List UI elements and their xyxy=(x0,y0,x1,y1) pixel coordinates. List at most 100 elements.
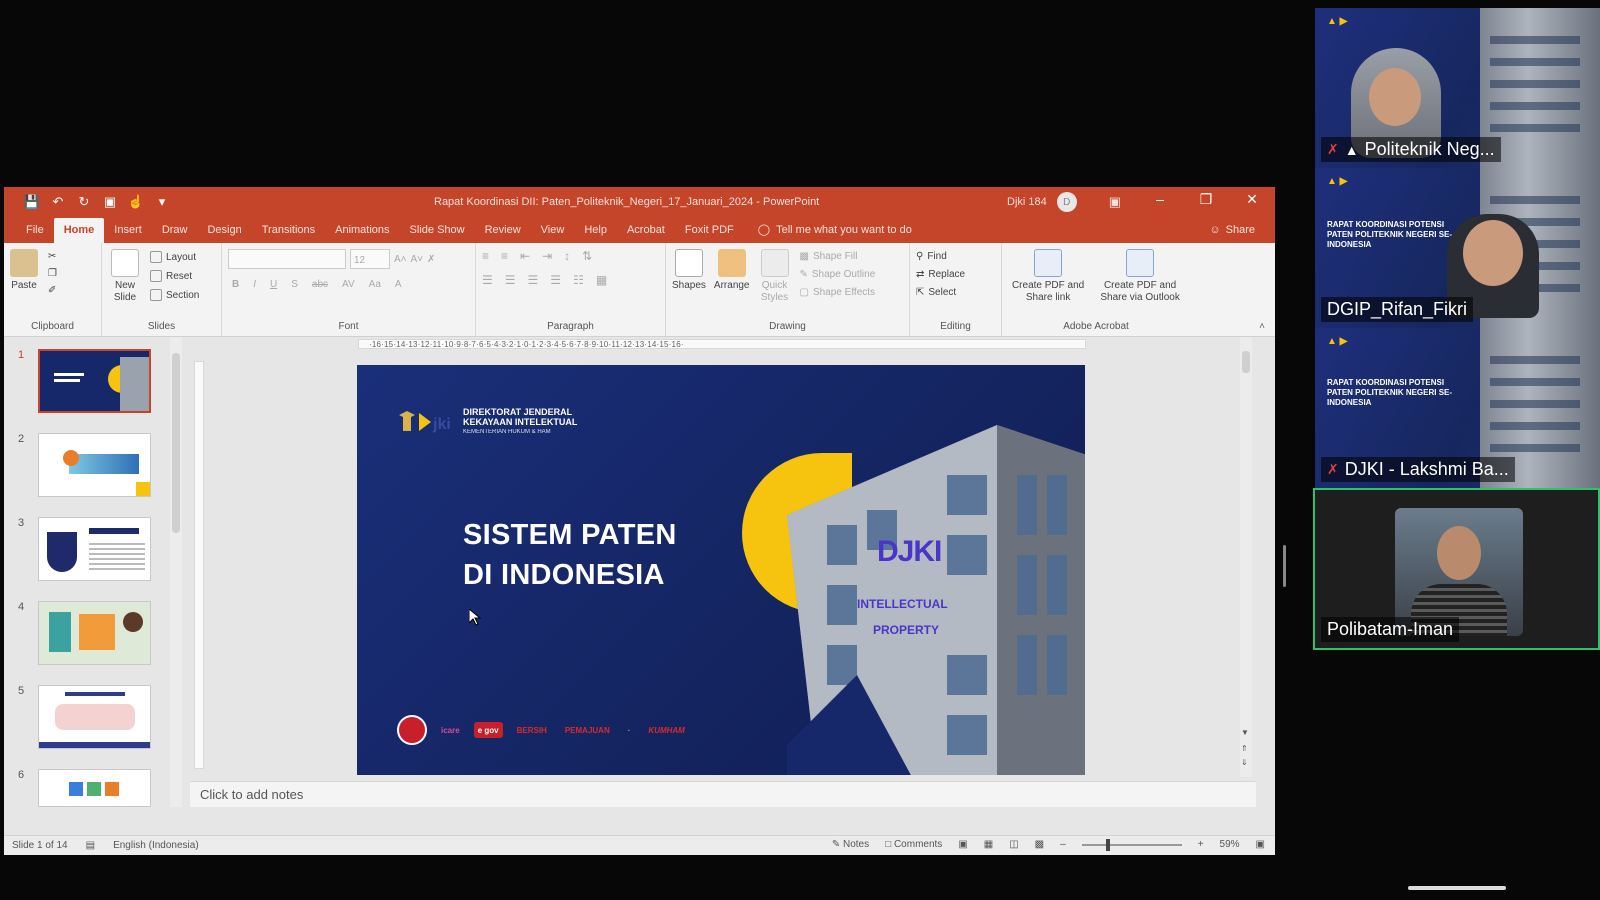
paste-button[interactable]: Paste xyxy=(10,249,38,296)
thumbnail-3[interactable] xyxy=(38,517,151,581)
thumbnail-row[interactable]: 6 xyxy=(4,769,179,841)
scroll-down-icon[interactable]: ▼ xyxy=(1241,728,1249,737)
present-icon[interactable]: ▣ xyxy=(102,194,118,210)
redo-icon[interactable]: ↻ xyxy=(76,194,92,210)
panel-resize-handle[interactable] xyxy=(1283,545,1286,587)
thumbnail-6[interactable] xyxy=(38,769,151,807)
scrollbar-thumb[interactable] xyxy=(172,353,180,533)
thumbnail-row[interactable]: 5 xyxy=(4,685,179,757)
decrease-indent-icon[interactable]: ⇤ xyxy=(520,249,530,263)
prev-slide-icon[interactable]: ⇑ xyxy=(1241,744,1248,753)
shape-outline-button[interactable]: ✎Shape Outline xyxy=(800,269,876,280)
thumbnail-5[interactable] xyxy=(38,685,151,749)
underline-button[interactable]: U xyxy=(270,279,277,290)
participant-tile[interactable]: ▲ ▶ ✗ ▲ Politeknik Neg... xyxy=(1315,8,1600,168)
tab-design[interactable]: Design xyxy=(197,224,251,243)
line-spacing-icon[interactable]: ↕ xyxy=(564,249,570,263)
text-direction-icon[interactable]: ⇅ xyxy=(582,249,592,263)
tab-animations[interactable]: Animations xyxy=(325,224,399,243)
align-center-icon[interactable]: ☰ xyxy=(505,273,516,287)
scrollbar-thumb[interactable] xyxy=(1242,351,1250,373)
minimize-icon[interactable]: – xyxy=(1151,191,1169,208)
avatar[interactable]: D xyxy=(1057,192,1077,212)
columns-icon[interactable]: ☷ xyxy=(573,273,584,287)
zoom-level[interactable]: 59% xyxy=(1220,839,1240,850)
zoom-out-icon[interactable]: – xyxy=(1060,839,1066,850)
save-icon[interactable]: 💾 xyxy=(24,194,40,210)
format-painter-icon[interactable]: ✐ xyxy=(48,285,57,296)
editor-scrollbar[interactable]: ▼ ⇑ ⇓ xyxy=(1240,337,1252,777)
thumbnail-row[interactable]: 1 xyxy=(4,349,179,421)
current-slide[interactable]: jki DIREKTORAT JENDERAL KEKAYAAN INTELEK… xyxy=(357,365,1085,775)
thumbnail-1[interactable] xyxy=(38,349,151,413)
next-slide-icon[interactable]: ⇓ xyxy=(1241,758,1248,767)
close-icon[interactable]: ✕ xyxy=(1243,191,1261,208)
zoom-slider[interactable] xyxy=(1082,844,1182,846)
undo-icon[interactable]: ↶ xyxy=(50,194,66,210)
tab-foxit-pdf[interactable]: Foxit PDF xyxy=(675,224,744,243)
thumbnail-4[interactable] xyxy=(38,601,151,665)
create-pdf-share-link-button[interactable]: Create PDF and Share link xyxy=(1008,249,1088,304)
bold-button[interactable]: B xyxy=(232,279,239,290)
font-color-button[interactable]: A xyxy=(395,279,402,290)
notes-toggle[interactable]: ✎ Notes xyxy=(832,839,869,850)
notes-placeholder[interactable]: Click to add notes xyxy=(200,787,303,802)
tab-acrobat[interactable]: Acrobat xyxy=(617,224,675,243)
bullets-icon[interactable]: ≡ xyxy=(482,249,489,263)
tab-view[interactable]: View xyxy=(531,224,575,243)
participant-tile[interactable]: ▲ ▶ RAPAT KOORDINASI POTENSI PATEN POLIT… xyxy=(1315,328,1600,488)
slide-sorter-icon[interactable]: ▦ xyxy=(984,839,993,850)
clear-format-icon[interactable]: ✗ xyxy=(427,254,435,265)
notes-pane[interactable]: Click to add notes xyxy=(190,781,1256,807)
increase-indent-icon[interactable]: ⇥ xyxy=(542,249,552,263)
ribbon-display-icon[interactable]: ▣ xyxy=(1109,194,1121,210)
italic-button[interactable]: I xyxy=(253,279,256,290)
numbering-icon[interactable]: ≡ xyxy=(501,249,508,263)
thumbnail-row[interactable]: 3 xyxy=(4,517,179,589)
tab-review[interactable]: Review xyxy=(475,224,531,243)
accessibility-icon[interactable]: ▤ xyxy=(86,840,95,851)
change-case-button[interactable]: Aa xyxy=(369,279,381,290)
tab-slide-show[interactable]: Slide Show xyxy=(400,224,475,243)
tab-insert[interactable]: Insert xyxy=(104,224,152,243)
thumbnails-scrollbar[interactable] xyxy=(170,337,182,807)
shapes-button[interactable]: Shapes xyxy=(672,249,706,304)
strikethrough-button[interactable]: abc xyxy=(312,279,328,290)
language-indicator[interactable]: English (Indonesia) xyxy=(113,840,199,851)
share-button[interactable]: ☺ Share xyxy=(1209,224,1255,236)
participant-tile[interactable]: ▲ ▶ RAPAT KOORDINASI POTENSI PATEN POLIT… xyxy=(1315,168,1600,328)
customize-qat-icon[interactable]: ▾ xyxy=(154,194,170,210)
smartart-icon[interactable]: ▦ xyxy=(596,273,607,287)
justify-icon[interactable]: ☰ xyxy=(550,273,561,287)
arrange-button[interactable]: Arrange xyxy=(714,249,750,304)
align-left-icon[interactable]: ☰ xyxy=(482,273,493,287)
find-button[interactable]: ⚲Find xyxy=(916,251,995,262)
copy-icon[interactable]: ❐ xyxy=(48,268,57,279)
shape-effects-button[interactable]: ▢Shape Effects xyxy=(800,287,876,298)
select-button[interactable]: ⇱Select xyxy=(916,287,995,298)
tab-help[interactable]: Help xyxy=(574,224,617,243)
normal-view-icon[interactable]: ▣ xyxy=(958,839,967,850)
tell-me-search[interactable]: ◯ Tell me what you want to do xyxy=(744,223,922,243)
char-spacing-button[interactable]: AV xyxy=(342,279,355,290)
quick-styles-button[interactable]: Quick Styles xyxy=(758,249,792,304)
shadow-button[interactable]: S xyxy=(291,279,298,290)
thumbnail-row[interactable]: 2 xyxy=(4,433,179,505)
reset-button[interactable]: Reset xyxy=(150,270,199,282)
tab-home[interactable]: Home xyxy=(54,218,105,243)
replace-button[interactable]: ⇄Replace xyxy=(916,269,995,280)
shrink-font-icon[interactable]: A˅ xyxy=(411,254,424,265)
zoom-slider-knob[interactable] xyxy=(1106,839,1110,851)
comments-toggle[interactable]: □ Comments xyxy=(885,839,942,850)
slideshow-view-icon[interactable]: ▩ xyxy=(1035,839,1044,850)
tab-draw[interactable]: Draw xyxy=(152,224,198,243)
participant-tile-active-speaker[interactable]: Polibatam-Iman xyxy=(1313,488,1600,650)
cut-icon[interactable]: ✂ xyxy=(48,251,57,262)
align-right-icon[interactable]: ☰ xyxy=(528,273,539,287)
thumbnail-row[interactable]: 4 xyxy=(4,601,179,673)
layout-button[interactable]: Layout xyxy=(150,251,199,263)
reading-view-icon[interactable]: ◫ xyxy=(1009,839,1018,850)
section-button[interactable]: Section xyxy=(150,289,199,301)
grow-font-icon[interactable]: A˄ xyxy=(394,254,407,265)
create-pdf-outlook-button[interactable]: Create PDF and Share via Outlook xyxy=(1096,249,1184,304)
